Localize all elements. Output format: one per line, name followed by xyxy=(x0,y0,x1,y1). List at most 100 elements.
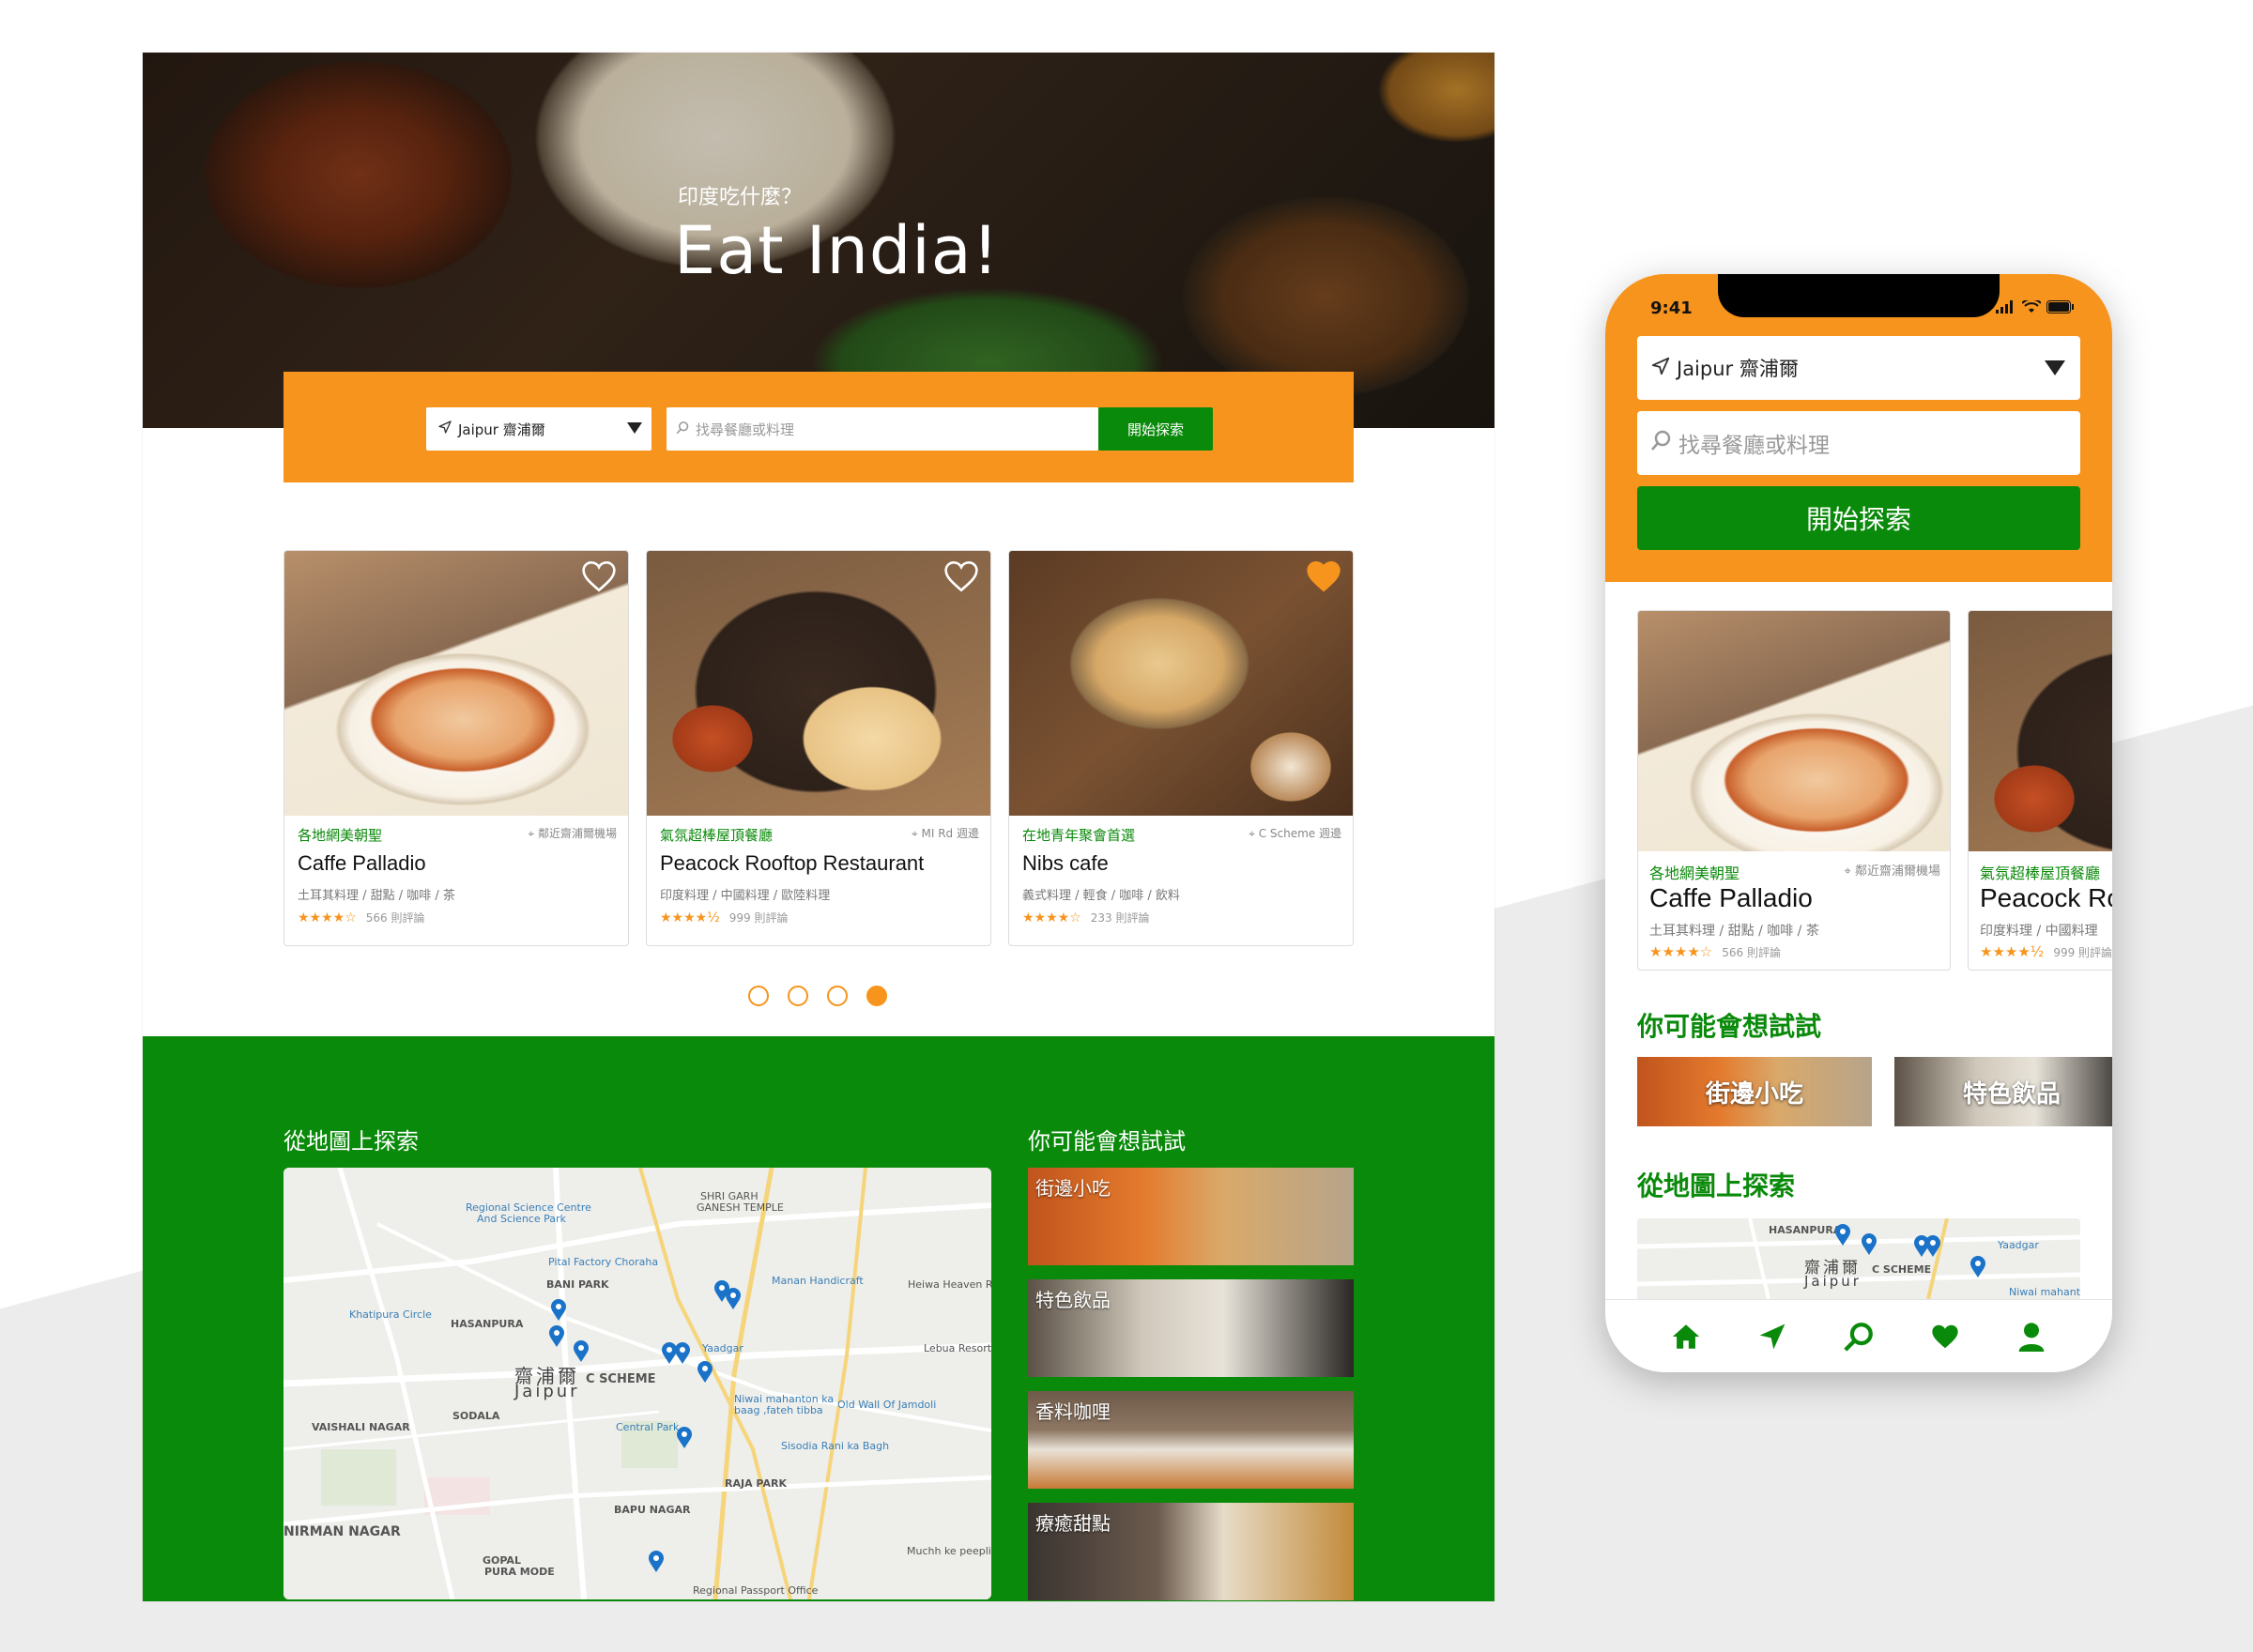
heart-icon[interactable] xyxy=(579,558,619,594)
category-label: 特色飲品 xyxy=(1035,1289,1111,1311)
signal-icon xyxy=(1996,300,2013,314)
user-icon[interactable] xyxy=(2013,1318,2050,1355)
restaurant-card[interactable]: 氣氛超棒屋頂餐廳 ⌖ MI Rd 週邊 Peacock Rooftop Rest… xyxy=(646,550,991,946)
category-tile[interactable]: 特色飲品 xyxy=(1028,1279,1354,1377)
search-icon xyxy=(676,421,690,438)
chevron-down-icon xyxy=(2045,360,2065,375)
carousel-dot[interactable] xyxy=(788,986,808,1006)
category-label: 特色飲品 xyxy=(1962,1079,2061,1109)
restaurant-card[interactable]: 各地網美朝聖 ⌖ 鄰近齋浦爾機場 Caffe Palladio 土耳其料理 / … xyxy=(1637,610,1951,971)
carousel-dot[interactable] xyxy=(748,986,769,1006)
category-tile[interactable]: 療癒甜點 xyxy=(1028,1503,1354,1600)
star-rating: ★★★★½ xyxy=(1980,943,2045,960)
phone-mockup: 9:41 Jaipur 齋浦爾 找尋餐廳或料理 開始探索 各地網美朝聖 ⌖ 鄰近… xyxy=(1605,274,2112,1372)
map[interactable]: Regional Science Centre And Science Park… xyxy=(284,1168,991,1599)
location-pin-icon: ⌖ xyxy=(911,827,918,840)
review-count: 233 則評論 xyxy=(1090,911,1150,925)
map-label: HASANPURA xyxy=(451,1318,524,1330)
card-location: ⌖ 鄰近齋浦爾機場 xyxy=(528,825,617,841)
map-pin-icon[interactable] xyxy=(548,1325,565,1348)
map-label: VAISHALI NAGAR xyxy=(312,1421,410,1433)
map-label: Pital Factory Choraha xyxy=(548,1256,659,1268)
restaurant-carousel: 各地網美朝聖 ⌖ 鄰近齋浦爾機場 Caffe Palladio 土耳其料理 / … xyxy=(284,550,1354,954)
map-label: Heiwa Heaven Re xyxy=(908,1278,991,1291)
map-label: BAPU NAGAR xyxy=(614,1504,691,1516)
map-label: Muchh ke peepli xyxy=(907,1545,991,1557)
card-location: ⌖ MI Rd 週邊 xyxy=(912,825,979,841)
phone-explore-button[interactable]: 開始探索 xyxy=(1637,486,2080,550)
category-tile[interactable]: 香料咖哩 xyxy=(1028,1391,1354,1489)
map-pin-icon[interactable] xyxy=(1834,1224,1851,1247)
map-label: C SCHEME xyxy=(586,1372,656,1386)
location-select[interactable]: Jaipur 齋浦爾 xyxy=(426,407,651,451)
navigate-icon[interactable] xyxy=(1754,1318,1791,1355)
map-pin-icon[interactable] xyxy=(1861,1233,1878,1256)
map-pin-icon[interactable] xyxy=(1924,1235,1941,1258)
card-location-text: MI Rd 週邊 xyxy=(921,827,979,840)
map-city-en: Jaipur xyxy=(1804,1273,1862,1290)
category-tile[interactable]: 特色飲品 xyxy=(1894,1057,2112,1126)
status-icons xyxy=(1996,300,2075,314)
map-pin-icon[interactable] xyxy=(725,1288,742,1310)
map-label: NIRMAN NAGAR xyxy=(284,1524,401,1539)
navigate-icon xyxy=(437,420,452,438)
map-label: PURA MODE xyxy=(484,1566,555,1578)
restaurant-card[interactable]: 氣氛超棒屋頂餐廳 Peacock Rooftop Restaurant 印度料理… xyxy=(1968,610,2112,971)
card-title: Peacock Rooftop Restaurant xyxy=(660,851,925,875)
search-icon xyxy=(1650,429,1673,457)
phone-search-input[interactable]: 找尋餐廳或料理 xyxy=(1637,411,2080,475)
explore-button[interactable]: 開始探索 xyxy=(1098,407,1213,451)
map-section-title: 從地圖上探索 xyxy=(284,1128,419,1155)
category-label: 街邊小吃 xyxy=(1035,1177,1111,1200)
category-label: 街邊小吃 xyxy=(1705,1079,1803,1109)
carousel-dot-active[interactable] xyxy=(866,986,887,1006)
card-tag: 氣氛超棒屋頂餐廳 xyxy=(660,827,774,844)
map-pin-icon[interactable] xyxy=(550,1299,567,1322)
map-pin-icon[interactable] xyxy=(676,1427,693,1449)
heart-icon[interactable] xyxy=(942,558,981,594)
search-bar: Jaipur 齋浦爾 找尋餐廳或料理 開始探索 xyxy=(284,372,1354,482)
card-categories: 土耳其料理 / 甜點 / 咖啡 / 茶 xyxy=(298,889,455,903)
map-pin-icon[interactable] xyxy=(573,1340,590,1363)
map-pin-icon[interactable] xyxy=(697,1361,713,1384)
category-tile[interactable]: 街邊小吃 xyxy=(1637,1057,1872,1126)
map-label: BANI PARK xyxy=(546,1278,609,1291)
map-pin-icon[interactable] xyxy=(674,1342,691,1365)
home-icon[interactable] xyxy=(1667,1318,1705,1355)
map-label: Regional Passport Office xyxy=(693,1584,819,1597)
card-categories: 印度料理 / 中國料理 xyxy=(1980,924,2098,939)
phone-map[interactable]: HASANPURA 齋浦爾 Jaipur C SCHEME Yaadgar Ni… xyxy=(1637,1218,2080,1299)
restaurant-card[interactable]: 在地青年聚會首選 ⌖ C Scheme 週邊 Nibs cafe 義式料理 / … xyxy=(1008,550,1354,946)
map-label: Old Wall Of Jamdoli xyxy=(837,1399,937,1411)
heart-filled-icon[interactable] xyxy=(1304,558,1343,594)
map-city-en: Jaipur xyxy=(514,1382,580,1401)
card-location-text: C Scheme 週邊 xyxy=(1258,827,1341,840)
location-pin-icon: ⌖ xyxy=(1249,827,1255,840)
card-location: ⌖ 鄰近齋浦爾機場 xyxy=(1845,861,1940,879)
desktop-mockup: 印度吃什麼？ Eat India! Jaipur 齋浦爾 找尋餐廳或料理 開始探… xyxy=(143,53,1494,1601)
heart-icon[interactable] xyxy=(1926,1318,1964,1355)
map-label: HASANPURA xyxy=(1769,1224,1842,1236)
phone-location-select[interactable]: Jaipur 齋浦爾 xyxy=(1637,336,2080,400)
carousel-dot[interactable] xyxy=(827,986,848,1006)
category-tile[interactable]: 街邊小吃 xyxy=(1028,1168,1354,1265)
card-categories: 土耳其料理 / 甜點 / 咖啡 / 茶 xyxy=(1649,924,1819,939)
search-input[interactable]: 找尋餐廳或料理 xyxy=(667,407,1098,451)
map-pin-icon[interactable] xyxy=(1969,1256,1986,1278)
carousel-pagination xyxy=(748,986,887,1006)
map-label: Manan Handicraft xyxy=(772,1275,864,1287)
phone-notch xyxy=(1718,274,2000,317)
wifi-icon xyxy=(2022,300,2041,313)
restaurant-photo xyxy=(284,551,628,816)
card-tag: 氣氛超棒屋頂餐廳 xyxy=(1980,864,2101,882)
restaurant-card[interactable]: 各地網美朝聖 ⌖ 鄰近齋浦爾機場 Caffe Palladio 土耳其料理 / … xyxy=(284,550,629,946)
card-tag: 各地網美朝聖 xyxy=(1649,864,1740,882)
map-label: Sisodia Rani ka Bagh xyxy=(781,1440,890,1452)
map-pin-icon[interactable] xyxy=(648,1551,665,1573)
search-placeholder: 找尋餐廳或料理 xyxy=(696,421,795,438)
location-pin-icon: ⌖ xyxy=(1844,864,1851,879)
search-icon[interactable] xyxy=(1840,1318,1878,1355)
map-label: Yaadgar xyxy=(1998,1239,2039,1251)
star-rating: ★★★★☆ xyxy=(1022,910,1081,925)
review-count: 999 則評論 xyxy=(2053,945,2112,959)
